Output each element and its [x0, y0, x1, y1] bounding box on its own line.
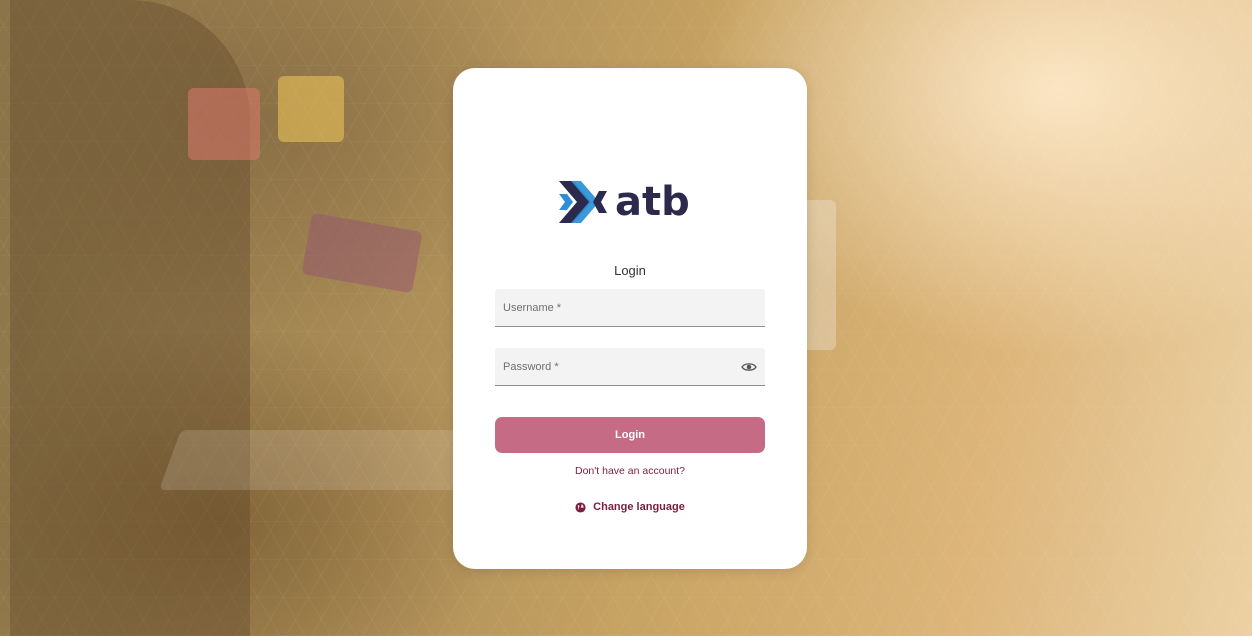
- signup-link[interactable]: Don't have an account?: [453, 465, 807, 477]
- username-field[interactable]: [495, 289, 765, 327]
- username-input[interactable]: [495, 289, 765, 326]
- login-page: atb Login Login Don't have an account? C…: [0, 0, 1252, 636]
- form-title: Login: [614, 263, 646, 278]
- background-sticky-note: [188, 88, 260, 160]
- password-field[interactable]: [495, 348, 765, 386]
- atb-logo-mark-icon: [559, 181, 607, 223]
- change-language-link[interactable]: Change language: [453, 501, 807, 513]
- brand-name: atb: [615, 179, 690, 225]
- eye-icon[interactable]: [741, 361, 757, 373]
- password-input[interactable]: [495, 348, 765, 385]
- background-credit-card: [301, 212, 423, 294]
- background-desk: [159, 430, 481, 490]
- login-card: atb Login Login Don't have an account? C…: [453, 68, 807, 569]
- brand-logo: atb: [557, 172, 703, 232]
- change-language-label: Change language: [593, 501, 685, 513]
- background-sticky-note: [278, 76, 344, 142]
- globe-icon: [575, 501, 586, 513]
- login-button[interactable]: Login: [495, 417, 765, 453]
